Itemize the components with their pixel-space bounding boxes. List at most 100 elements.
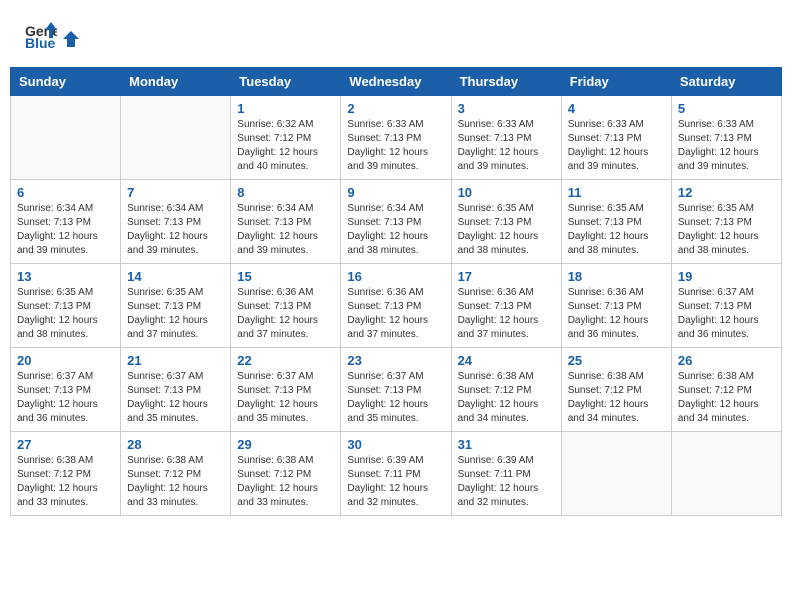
- day-number: 23: [347, 353, 444, 368]
- day-number: 21: [127, 353, 224, 368]
- day-number: 24: [458, 353, 555, 368]
- calendar-cell: 20Sunrise: 6:37 AM Sunset: 7:13 PM Dayli…: [11, 348, 121, 432]
- day-info: Sunrise: 6:36 AM Sunset: 7:13 PM Dayligh…: [237, 286, 334, 342]
- day-info: Sunrise: 6:34 AM Sunset: 7:13 PM Dayligh…: [237, 202, 334, 258]
- calendar-table: SundayMondayTuesdayWednesdayThursdayFrid…: [10, 67, 782, 516]
- day-number: 5: [678, 101, 775, 116]
- calendar-cell: 17 Sunrise: 6:36 AM Sunset: 7:13 PM Dayli…: [451, 264, 561, 348]
- day-header-wednesday: Wednesday: [341, 68, 451, 96]
- day-number: 11: [568, 185, 665, 200]
- day-number: 29: [237, 437, 334, 452]
- day-info: Sunrise: 6:38 AM Sunset: 7:12 PM Dayligh…: [458, 370, 555, 426]
- calendar-cell: 18 Sunrise: 6:36 AM Sunset: 7:13 PM Dayli…: [561, 264, 671, 348]
- day-info: Sunrise: 6:35 AM Sunset: 7:13 PM Dayligh…: [678, 202, 775, 258]
- calendar-cell: 23 Sunrise: 6:37 AM Sunset: 7:13 PM Dayli…: [341, 348, 451, 432]
- day-info: Sunrise: 6:39 AM Sunset: 7:11 PM Dayligh…: [458, 454, 555, 510]
- calendar-header-row: SundayMondayTuesdayWednesdayThursdayFrid…: [11, 68, 782, 96]
- day-number: 10: [458, 185, 555, 200]
- day-info: Sunrise: 6:32 AM Sunset: 7:12 PM Dayligh…: [237, 118, 334, 174]
- calendar-cell: 29 Sunrise: 6:38 AM Sunset: 7:12 PM Dayli…: [231, 432, 341, 516]
- day-header-saturday: Saturday: [671, 68, 781, 96]
- day-info: Sunrise: 6:38 AM Sunset: 7:12 PM Dayligh…: [127, 454, 224, 510]
- calendar-cell: [121, 96, 231, 180]
- day-info: Sunrise: 6:34 AM Sunset: 7:13 PM Dayligh…: [347, 202, 444, 258]
- calendar-cell: [11, 96, 121, 180]
- day-number: 7: [127, 185, 224, 200]
- day-info: Sunrise: 6:35 AM Sunset: 7:13 PM Dayligh…: [127, 286, 224, 342]
- day-number: 18: [568, 269, 665, 284]
- day-number: 1: [237, 101, 334, 116]
- calendar-cell: 30 Sunrise: 6:39 AM Sunset: 7:11 PM Dayli…: [341, 432, 451, 516]
- day-info: Sunrise: 6:39 AM Sunset: 7:11 PM Dayligh…: [347, 454, 444, 510]
- calendar-cell: 13 Sunrise: 6:35 AM Sunset: 7:13 PM Dayli…: [11, 264, 121, 348]
- calendar-cell: 14Sunrise: 6:35 AM Sunset: 7:13 PM Dayli…: [121, 264, 231, 348]
- day-info: Sunrise: 6:37 AM Sunset: 7:13 PM Dayligh…: [678, 286, 775, 342]
- calendar-cell: 27 Sunrise: 6:38 AM Sunset: 7:12 PM Dayli…: [11, 432, 121, 516]
- day-info: Sunrise: 6:37 AM Sunset: 7:13 PM Dayligh…: [17, 370, 114, 426]
- calendar-cell: [671, 432, 781, 516]
- calendar-cell: 7Sunrise: 6:34 AM Sunset: 7:13 PM Daylig…: [121, 180, 231, 264]
- day-header-monday: Monday: [121, 68, 231, 96]
- calendar-cell: 19 Sunrise: 6:37 AM Sunset: 7:13 PM Dayli…: [671, 264, 781, 348]
- calendar-cell: 28 Sunrise: 6:38 AM Sunset: 7:12 PM Dayli…: [121, 432, 231, 516]
- calendar-week-row: 13 Sunrise: 6:35 AM Sunset: 7:13 PM Dayli…: [11, 264, 782, 348]
- logo: General Blue: [25, 20, 81, 57]
- page-header: General Blue: [10, 10, 782, 62]
- day-info: Sunrise: 6:36 AM Sunset: 7:13 PM Dayligh…: [347, 286, 444, 342]
- calendar-cell: 4Sunrise: 6:33 AM Sunset: 7:13 PM Daylig…: [561, 96, 671, 180]
- day-number: 30: [347, 437, 444, 452]
- day-number: 6: [17, 185, 114, 200]
- day-info: Sunrise: 6:36 AM Sunset: 7:13 PM Dayligh…: [458, 286, 555, 342]
- day-number: 2: [347, 101, 444, 116]
- day-info: Sunrise: 6:35 AM Sunset: 7:13 PM Dayligh…: [568, 202, 665, 258]
- day-number: 31: [458, 437, 555, 452]
- day-number: 19: [678, 269, 775, 284]
- calendar-cell: 9 Sunrise: 6:34 AM Sunset: 7:13 PM Daylig…: [341, 180, 451, 264]
- day-info: Sunrise: 6:38 AM Sunset: 7:12 PM Dayligh…: [568, 370, 665, 426]
- day-info: Sunrise: 6:38 AM Sunset: 7:12 PM Dayligh…: [678, 370, 775, 426]
- day-number: 8: [237, 185, 334, 200]
- day-number: 3: [458, 101, 555, 116]
- day-info: Sunrise: 6:33 AM Sunset: 7:13 PM Dayligh…: [347, 118, 444, 174]
- calendar-cell: [561, 432, 671, 516]
- calendar-week-row: 6 Sunrise: 6:34 AM Sunset: 7:13 PM Daylig…: [11, 180, 782, 264]
- calendar-cell: 16 Sunrise: 6:36 AM Sunset: 7:13 PM Dayli…: [341, 264, 451, 348]
- calendar-cell: 5 Sunrise: 6:33 AM Sunset: 7:13 PM Daylig…: [671, 96, 781, 180]
- day-info: Sunrise: 6:36 AM Sunset: 7:13 PM Dayligh…: [568, 286, 665, 342]
- day-info: Sunrise: 6:33 AM Sunset: 7:13 PM Dayligh…: [678, 118, 775, 174]
- calendar-cell: 10 Sunrise: 6:35 AM Sunset: 7:13 PM Dayli…: [451, 180, 561, 264]
- calendar-cell: 31 Sunrise: 6:39 AM Sunset: 7:11 PM Dayli…: [451, 432, 561, 516]
- day-number: 13: [17, 269, 114, 284]
- day-number: 27: [17, 437, 114, 452]
- day-info: Sunrise: 6:38 AM Sunset: 7:12 PM Dayligh…: [237, 454, 334, 510]
- day-header-tuesday: Tuesday: [231, 68, 341, 96]
- calendar-cell: 15 Sunrise: 6:36 AM Sunset: 7:13 PM Dayli…: [231, 264, 341, 348]
- calendar-cell: 12 Sunrise: 6:35 AM Sunset: 7:13 PM Dayli…: [671, 180, 781, 264]
- calendar-cell: 21 Sunrise: 6:37 AM Sunset: 7:13 PM Dayli…: [121, 348, 231, 432]
- day-number: 12: [678, 185, 775, 200]
- day-header-sunday: Sunday: [11, 68, 121, 96]
- calendar-cell: 2 Sunrise: 6:33 AM Sunset: 7:13 PM Daylig…: [341, 96, 451, 180]
- day-number: 17: [458, 269, 555, 284]
- day-info: Sunrise: 6:37 AM Sunset: 7:13 PM Dayligh…: [347, 370, 444, 426]
- day-number: 26: [678, 353, 775, 368]
- day-number: 16: [347, 269, 444, 284]
- calendar-cell: 24 Sunrise: 6:38 AM Sunset: 7:12 PM Dayli…: [451, 348, 561, 432]
- calendar-cell: 25 Sunrise: 6:38 AM Sunset: 7:12 PM Dayli…: [561, 348, 671, 432]
- calendar-cell: 11 Sunrise: 6:35 AM Sunset: 7:13 PM Dayli…: [561, 180, 671, 264]
- day-header-thursday: Thursday: [451, 68, 561, 96]
- day-info: Sunrise: 6:34 AM Sunset: 7:13 PM Dayligh…: [17, 202, 114, 258]
- day-number: 9: [347, 185, 444, 200]
- day-number: 15: [237, 269, 334, 284]
- calendar-cell: 1 Sunrise: 6:32 AM Sunset: 7:12 PM Daylig…: [231, 96, 341, 180]
- day-info: Sunrise: 6:38 AM Sunset: 7:12 PM Dayligh…: [17, 454, 114, 510]
- day-number: 25: [568, 353, 665, 368]
- day-number: 28: [127, 437, 224, 452]
- day-header-friday: Friday: [561, 68, 671, 96]
- calendar-cell: 8 Sunrise: 6:34 AM Sunset: 7:13 PM Daylig…: [231, 180, 341, 264]
- day-info: Sunrise: 6:35 AM Sunset: 7:13 PM Dayligh…: [458, 202, 555, 258]
- day-info: Sunrise: 6:37 AM Sunset: 7:13 PM Dayligh…: [127, 370, 224, 426]
- day-number: 4: [568, 101, 665, 116]
- day-number: 22: [237, 353, 334, 368]
- day-info: Sunrise: 6:35 AM Sunset: 7:13 PM Dayligh…: [17, 286, 114, 342]
